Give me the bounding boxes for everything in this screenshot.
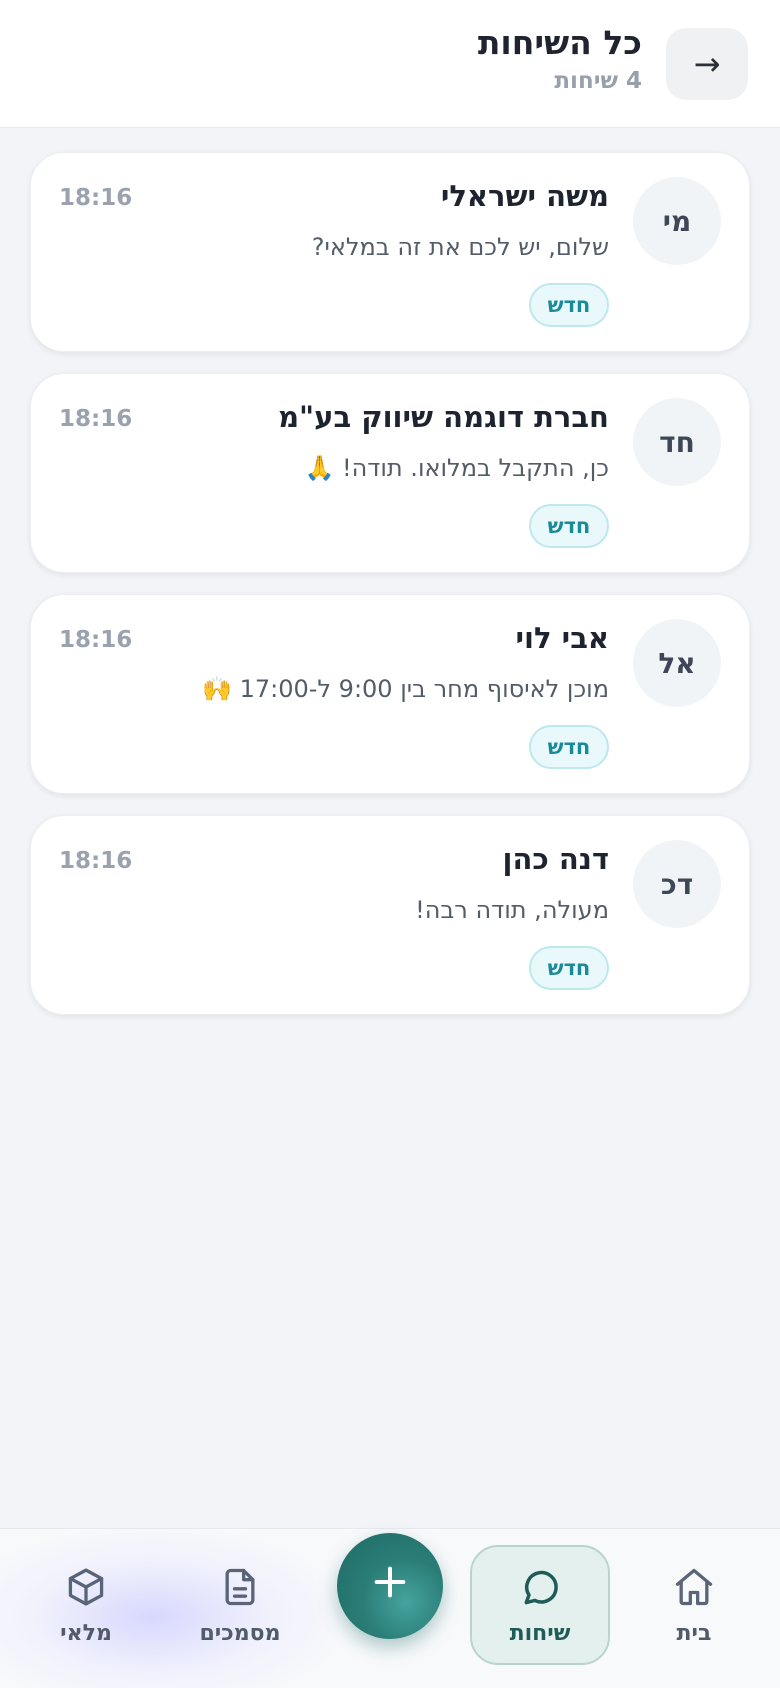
conversation-preview: מוכן לאיסוף מחר בין 9:00 ל-17:00 🙌 (202, 675, 609, 703)
nav-documents-label: מסמכים (199, 1620, 281, 1646)
avatar: חד (633, 398, 721, 486)
conversation-time: 18:16 (59, 406, 133, 432)
conversation-name: אבי לוי (515, 621, 609, 655)
conversation-preview: מעולה, תודה רבה! (415, 896, 609, 924)
nav-documents[interactable]: מסמכים (170, 1545, 310, 1665)
conversation-preview: כן, התקבל במלואו. תודה! 🙏 (304, 454, 609, 482)
conversation-name: חברת דוגמה שיווק בע"מ (278, 400, 609, 434)
back-button[interactable]: → (666, 28, 748, 100)
conversation-preview: שלום, יש לכם את זה במלאי? (311, 233, 609, 261)
arrow-right-icon: → (693, 45, 721, 83)
new-badge: חדש (529, 725, 609, 769)
avatar: מי (633, 177, 721, 265)
app-header: כל השיחות 4 שיחות → (0, 0, 780, 128)
home-icon (672, 1565, 716, 1613)
nav-inventory-label: מלאי (60, 1620, 112, 1646)
avatar: אל (633, 619, 721, 707)
bottom-nav: בית שיחות מסמכים מלאי (0, 1528, 780, 1688)
conversation-count: 4 שיחות (554, 68, 642, 94)
conversation-time: 18:16 (59, 627, 133, 653)
nav-home-label: בית (676, 1620, 712, 1646)
nav-chats-label: שיחות (509, 1620, 571, 1646)
conversation-card[interactable]: חד חברת דוגמה שיווק בע"מ כן, התקבל במלוא… (30, 373, 750, 573)
new-badge: חדש (529, 946, 609, 990)
conversation-name: דנה כהן (502, 842, 609, 876)
conversation-card[interactable]: אל אבי לוי מוכן לאיסוף מחר בין 9:00 ל-17… (30, 594, 750, 794)
conversation-name: משה ישראלי (440, 179, 609, 213)
nav-inventory[interactable]: מלאי (16, 1545, 156, 1665)
nav-home[interactable]: בית (624, 1545, 764, 1665)
avatar: דכ (633, 840, 721, 928)
box-icon (64, 1565, 108, 1613)
new-badge: חדש (529, 283, 609, 327)
page-title: כל השיחות (477, 23, 642, 62)
header-titles: כל השיחות 4 שיחות (478, 22, 642, 94)
nav-chats[interactable]: שיחות (470, 1545, 610, 1665)
chat-bubble-icon (518, 1565, 562, 1613)
plus-icon (370, 1562, 410, 1610)
add-button[interactable] (337, 1533, 443, 1639)
conversation-card[interactable]: מי משה ישראלי שלום, יש לכם את זה במלאי? … (30, 152, 750, 352)
new-badge: חדש (529, 504, 609, 548)
conversation-list: מי משה ישראלי שלום, יש לכם את זה במלאי? … (30, 152, 750, 1036)
conversation-time: 18:16 (59, 848, 133, 874)
document-icon (218, 1565, 262, 1613)
conversation-time: 18:16 (59, 185, 133, 211)
conversation-card[interactable]: דכ דנה כהן מעולה, תודה רבה! 18:16 חדש (30, 815, 750, 1015)
